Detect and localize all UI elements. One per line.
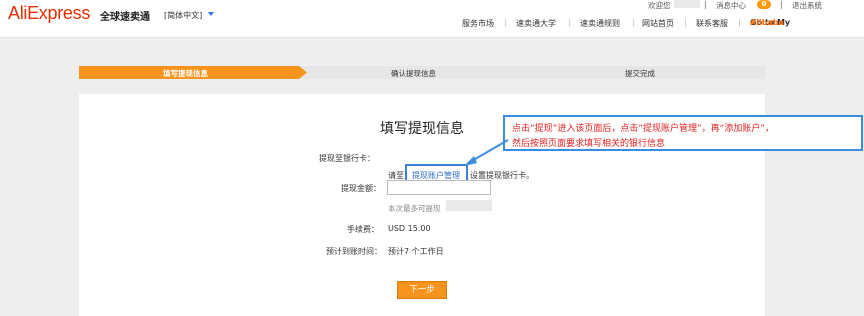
top-separator: | <box>704 0 707 9</box>
nav-item-service-market[interactable]: 服务市场 <box>462 18 494 29</box>
nav-item-home[interactable]: 网站首页 <box>642 18 674 29</box>
annotation-line-1: 点击“提现”进入该页面后，点击“提现账户管理”，再“添加账户”， <box>512 124 774 134</box>
top-separator: | <box>780 0 783 9</box>
nav-separator: | <box>632 18 635 27</box>
message-count-badge: 0 <box>757 0 771 9</box>
fee-label: 手续费： <box>347 225 379 234</box>
step-2-label: 确认提现信息 <box>391 69 436 78</box>
logout-link[interactable]: 退出系统 <box>792 0 822 11</box>
username-redacted <box>674 0 700 8</box>
amount-label: 提现金额： <box>341 184 381 193</box>
nav-separator: | <box>568 18 571 27</box>
nav-item-university[interactable]: 速卖通大学 <box>516 18 556 29</box>
annotation-line-2: 然后按照页面要求填写相关的银行信息 <box>512 139 666 149</box>
nav-item-rules[interactable]: 速卖通规则 <box>580 18 620 29</box>
max-amount-hint: 本次最多可提现 <box>388 204 441 213</box>
eta-value: 预计7 个工作日 <box>388 247 444 256</box>
message-center-link[interactable]: 消息中心 <box>716 0 746 11</box>
step-1-label: 填写提现信息 <box>163 69 208 78</box>
top-header: AliExpress 全球速卖通 [简体中文] 欢迎您 | 消息中心 0 | 退… <box>0 0 864 38</box>
annotation-callout: 点击“提现”进入该页面后，点击“提现账户管理”，再“添加账户”， 然后按照页面要… <box>503 115 863 151</box>
chevron-down-icon[interactable] <box>208 12 214 16</box>
page-title: 填写提现信息 <box>380 121 464 137</box>
top-nav: 服务市场 | 速卖通大学 | 速卖通规则 | 网站首页 | 联系客服 | Go … <box>0 18 864 30</box>
fee-value: USD 15.00 <box>388 224 431 233</box>
nav-item-contact[interactable]: 联系客服 <box>696 18 728 29</box>
welcome-text: 欢迎您 <box>648 1 671 10</box>
next-step-button[interactable]: 下一步 <box>397 281 447 299</box>
nav-separator: | <box>504 18 507 27</box>
bank-card-label: 提现至银行卡： <box>319 154 375 163</box>
step-progress-bar: 填写提现信息 确认提现信息 提交完成 <box>79 66 765 79</box>
nav-separator: | <box>684 18 687 27</box>
withdraw-amount-input[interactable] <box>387 180 491 195</box>
max-amount-redacted <box>446 200 492 211</box>
step-3-label: 提交完成 <box>625 69 655 78</box>
annotation-arrow-icon <box>464 139 509 166</box>
nav-separator: | <box>738 18 741 27</box>
goto-arrow: » <box>750 18 756 27</box>
eta-label: 预计到账时间： <box>326 247 382 256</box>
